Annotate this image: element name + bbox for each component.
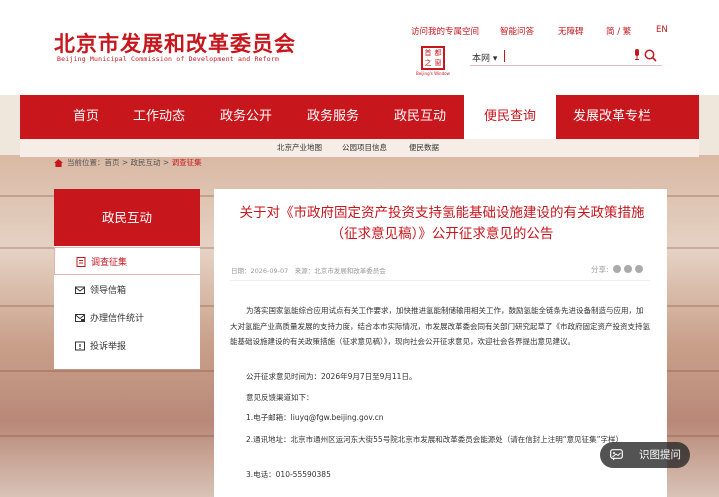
top-link-space[interactable]: 访问我的专属空间 <box>411 25 479 37</box>
nav-home[interactable]: 首页 <box>62 95 110 139</box>
top-link-accessibility[interactable]: 无障碍 <box>558 25 584 37</box>
site-header: 北京市发展和改革委员会 Beijing Municipal Commission… <box>0 0 719 95</box>
article-paragraph: 2.通讯地址：北京市通州区运河东大街55号院北京市发展和改革委员会能源处（请在信… <box>246 435 623 444</box>
sidebar-heading: 政民互动 <box>54 189 200 246</box>
chart-mail-icon <box>75 314 85 322</box>
top-link-qa[interactable]: 智能问答 <box>500 25 534 37</box>
nav-reform-column[interactable]: 发展改革专栏 <box>562 95 662 139</box>
article-paragraph: 公开征求意见时间为：2026年9月7日至9月11日。 <box>246 372 417 381</box>
nav-gov-affairs-open[interactable]: 政务公开 <box>214 95 278 139</box>
sidebar-item-label: 调查征集 <box>91 258 128 268</box>
sidebar-item-mailbox[interactable]: 领导信箱 <box>54 276 200 304</box>
breadcrumb-current: 调查征集 <box>171 158 202 167</box>
breadcrumb: 当前位置：首页 > 政民互动 > 调查征集 <box>67 158 202 167</box>
subnav-park-projects[interactable]: 公园项目信息 <box>342 142 387 153</box>
nav-work-news[interactable]: 工作动态 <box>127 95 191 139</box>
search-input[interactable] <box>504 50 505 62</box>
wechat-share-icon[interactable] <box>613 265 621 273</box>
main-nav: 首页 工作动态 政务公开 政务服务 政民互动 便民查询 发展改革专栏 <box>20 95 699 139</box>
sidebar-item-survey[interactable]: 调查征集 <box>54 247 200 275</box>
sidebar: 政民互动 调查征集 领导信箱 办理信件统计 投诉举报 <box>54 189 200 369</box>
article-paragraph: 3.电话：010-55590385 <box>246 470 331 479</box>
mail-icon <box>75 286 85 294</box>
search-icon[interactable] <box>644 49 657 62</box>
top-links: 访问我的专属空间 智能问答 无障碍 简 / 繁 EN <box>0 25 719 37</box>
article-panel: 关于对《市政府固定资产投资支持氢能基础设施建设的有关政策措施（征求意见稿）》公开… <box>214 189 667 497</box>
article-paragraph: 为落实国家氢能综合应用试点有关工作要求，加快推进氢能制储输用相关工作，鼓励氢能全… <box>230 306 650 346</box>
subnav-industry-map[interactable]: 北京产业地图 <box>277 142 322 153</box>
breadcrumb-path[interactable]: 首页 > 政民互动 > <box>105 158 172 167</box>
divider <box>230 280 650 281</box>
home-icon <box>54 159 63 167</box>
search-scope-select[interactable]: 本网 ▾ <box>472 51 497 64</box>
nav-public-query[interactable]: 便民查询 <box>464 95 556 139</box>
article-paragraph: 意见反馈渠道如下： <box>246 393 314 402</box>
top-link-traditional[interactable]: 简 / 繁 <box>606 25 631 37</box>
image-question-label: 识图提问 <box>639 449 681 461</box>
nav-interaction[interactable]: 政民互动 <box>388 95 452 139</box>
sidebar-item-complaint[interactable]: 投诉举报 <box>54 332 200 360</box>
report-icon <box>75 341 85 351</box>
image-question-button[interactable]: 识图提问 <box>600 442 690 468</box>
sidebar-item-label: 投诉举报 <box>90 342 127 352</box>
sub-nav: 北京产业地图 公园项目信息 便民数据 <box>20 139 699 157</box>
logo-caption: Beijing's Window <box>416 71 450 76</box>
sidebar-item-label: 领导信箱 <box>90 286 127 296</box>
survey-icon <box>76 257 86 267</box>
sidebar-item-label: 办理信件统计 <box>90 314 145 324</box>
subnav-public-data[interactable]: 便民数据 <box>409 142 439 153</box>
capital-window-logo[interactable]: 首 都 之 窗 <box>421 46 445 70</box>
nav-gov-services[interactable]: 政务服务 <box>301 95 365 139</box>
qq-share-icon[interactable] <box>635 265 643 273</box>
sidebar-item-letter-stats[interactable]: 办理信件统计 <box>54 304 200 332</box>
article-meta: 日期：2026-09-07 来源：北京市发展和改革委员会 <box>231 267 386 275</box>
article-paragraph: 1.电子邮箱：liuyq@fgw.beijing.gov.cn <box>246 413 384 422</box>
search-underline <box>470 65 662 66</box>
share-label: 分享: <box>591 265 609 274</box>
microphone-icon[interactable] <box>634 49 640 60</box>
site-subtitle: Beijing Municipal Commission of Developm… <box>57 55 280 63</box>
top-link-english[interactable]: EN <box>656 25 668 35</box>
weibo-share-icon[interactable] <box>624 265 632 273</box>
article-title: 关于对《市政府固定资产投资支持氢能基础设施建设的有关政策措施（征求意见稿）》公开… <box>239 205 645 242</box>
chat-image-icon <box>610 449 623 461</box>
